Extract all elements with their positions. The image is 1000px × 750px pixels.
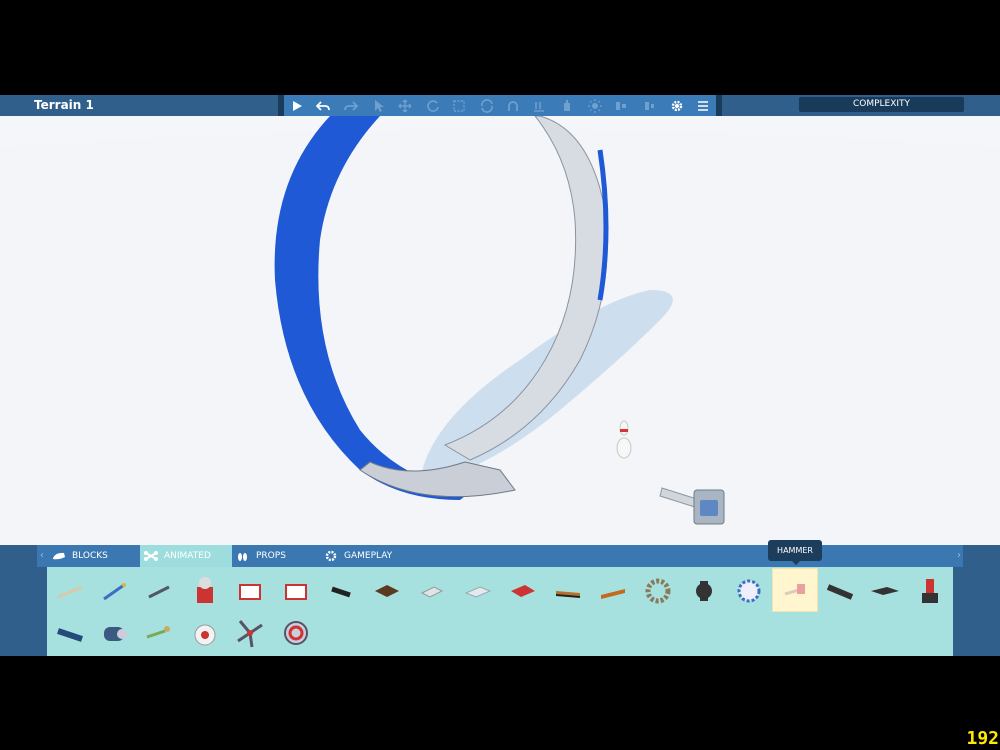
gear-icon <box>325 550 337 562</box>
palette-item[interactable] <box>367 571 407 611</box>
tab-gameplay[interactable]: GAMEPLAY <box>324 545 414 567</box>
play-button[interactable] <box>286 95 308 116</box>
select-pointer-button[interactable] <box>368 95 390 116</box>
palette-item[interactable] <box>548 571 588 611</box>
fps-counter: 192 <box>966 728 999 749</box>
palette-item[interactable] <box>684 571 724 611</box>
palette-item[interactable] <box>230 571 270 611</box>
palette-item[interactable] <box>94 571 134 611</box>
menu-button[interactable] <box>692 95 714 116</box>
complexity-meter: COMPLEXITY <box>799 97 964 112</box>
level-title[interactable]: Terrain 1 <box>34 98 94 112</box>
light-button[interactable] <box>584 95 606 116</box>
palette-item[interactable] <box>322 571 362 611</box>
tab-props-label: PROPS <box>256 551 286 561</box>
rotate-button[interactable] <box>422 95 444 116</box>
palette-item[interactable] <box>276 571 316 611</box>
palette-item[interactable] <box>412 571 452 611</box>
undo-button[interactable] <box>312 95 334 116</box>
tab-props[interactable]: PROPS <box>236 545 320 567</box>
move-button[interactable] <box>394 95 416 116</box>
snap-button[interactable] <box>502 95 524 116</box>
tab-blocks[interactable]: BLOCKS <box>52 545 136 567</box>
palette-item[interactable] <box>139 571 179 611</box>
palette-prev-arrow[interactable]: ‹ <box>38 548 46 564</box>
palette-item[interactable] <box>185 613 225 653</box>
redo-button[interactable] <box>340 95 362 116</box>
palette-item[interactable] <box>503 571 543 611</box>
box-select-button[interactable] <box>448 95 470 116</box>
distribute-button[interactable] <box>638 95 660 116</box>
palette-item[interactable] <box>139 613 179 653</box>
tab-animated-label: ANIMATED <box>164 551 211 561</box>
refresh-button[interactable] <box>476 95 498 116</box>
palette-item[interactable] <box>50 571 90 611</box>
scene-render <box>0 116 1000 545</box>
anchor-button[interactable] <box>528 95 550 116</box>
bone-icon <box>144 551 158 561</box>
glue-button[interactable] <box>556 95 578 116</box>
palette-item[interactable] <box>50 613 90 653</box>
palette-item[interactable] <box>94 613 134 653</box>
palette-item[interactable] <box>820 571 860 611</box>
settings-button[interactable] <box>666 95 688 116</box>
palette-item[interactable] <box>276 613 316 653</box>
palette-item[interactable] <box>910 571 950 611</box>
block-icon <box>53 552 65 560</box>
tab-animated[interactable]: ANIMATED <box>140 545 232 567</box>
toolbar <box>284 95 716 116</box>
tab-blocks-label: BLOCKS <box>72 551 108 561</box>
palette-next-arrow[interactable]: › <box>955 548 963 564</box>
palette-item[interactable] <box>593 571 633 611</box>
palette-item[interactable] <box>458 571 498 611</box>
tab-gameplay-label: GAMEPLAY <box>344 551 393 561</box>
palette-item[interactable] <box>638 571 678 611</box>
align-button[interactable] <box>610 95 632 116</box>
palette-item[interactable] <box>185 571 225 611</box>
viewport-3d[interactable] <box>0 116 1000 545</box>
item-tooltip: HAMMER <box>768 540 822 565</box>
item-palette <box>47 567 953 656</box>
bowling-pins-icon <box>238 553 247 561</box>
palette-item[interactable] <box>729 571 769 611</box>
palette-item[interactable] <box>230 613 270 653</box>
palette-item-hammer[interactable] <box>772 568 818 612</box>
palette-item[interactable] <box>865 571 905 611</box>
